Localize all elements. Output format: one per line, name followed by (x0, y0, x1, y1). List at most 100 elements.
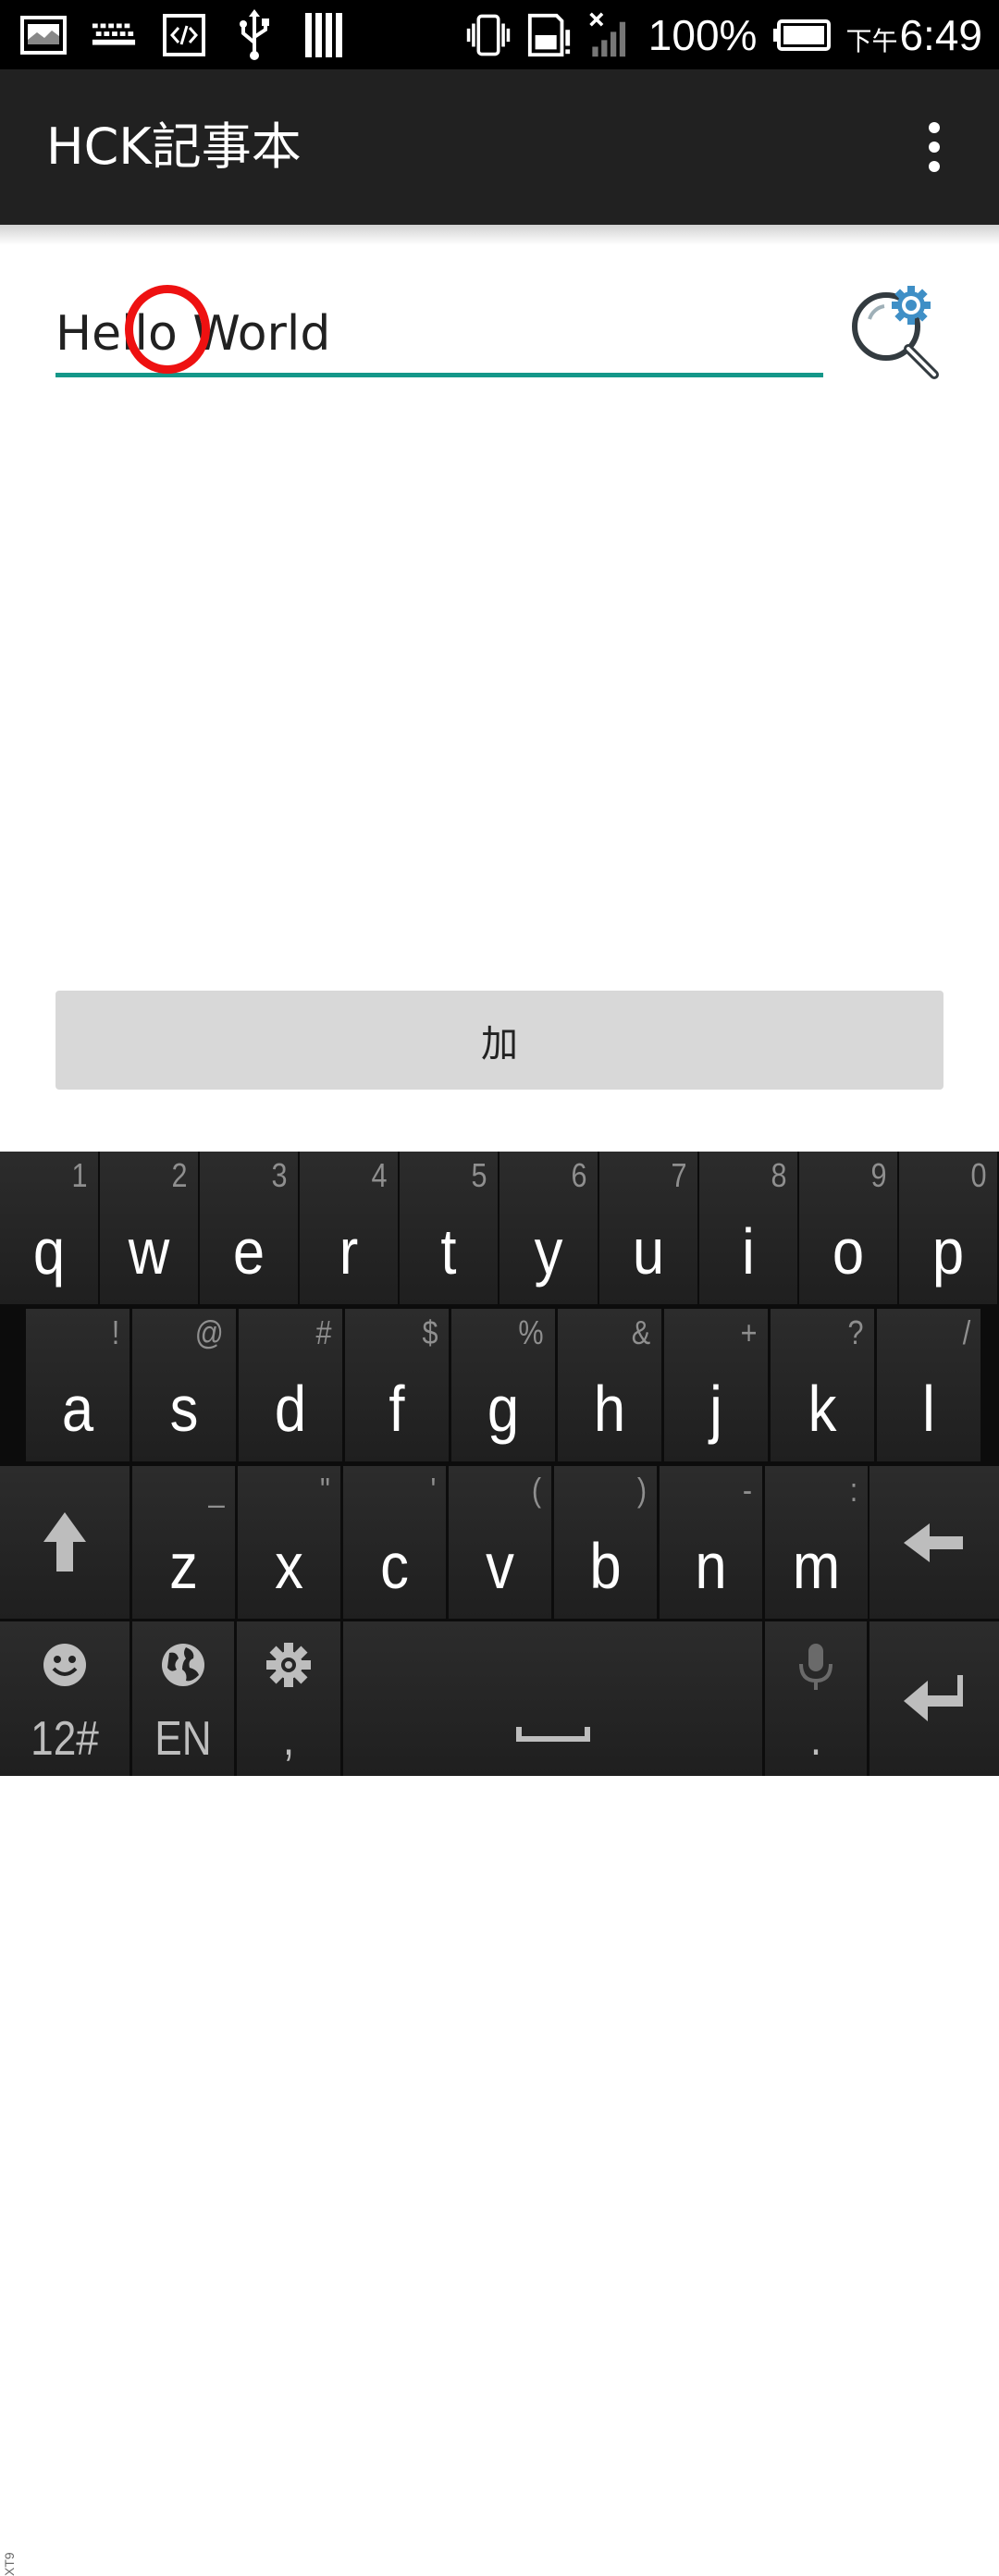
key-z[interactable]: _ z (132, 1466, 235, 1619)
key-w[interactable]: 2w (100, 1152, 198, 1304)
key-secondary-label: & (631, 1313, 651, 1351)
key-primary-label: r (339, 1215, 359, 1288)
battery-icon (771, 12, 832, 58)
key-q[interactable]: 1q (0, 1152, 98, 1304)
space-key[interactable] (343, 1621, 762, 1776)
key-secondary-label: 0 (970, 1156, 987, 1194)
key-p[interactable]: 0p (899, 1152, 997, 1304)
app-bar-shadow (0, 225, 999, 245)
key-secondary-label: / (962, 1313, 971, 1351)
key-secondary-label: : (849, 1471, 858, 1509)
soft-keyboard: 1q2w3e4r5t6y7u8i9o0p ! a @ s # d $ f% g & h + j? k / l … (0, 1152, 999, 2576)
key-primary-label: b (589, 1530, 622, 1602)
key-v[interactable]: (v (449, 1466, 551, 1619)
app-bar: HCK記事本 (0, 69, 999, 225)
key-a[interactable]: ! a (26, 1309, 130, 1461)
search-button[interactable] (844, 282, 945, 384)
key-primary-label: c (380, 1530, 409, 1602)
key-primary-label: e (232, 1215, 265, 1288)
vibrate-icon (465, 12, 512, 58)
key-primary-label: h (593, 1373, 626, 1445)
image-notification-icon (20, 12, 67, 58)
key-m[interactable]: :m (765, 1466, 868, 1619)
battery-percent: 100% (648, 10, 758, 59)
key-o[interactable]: 9o (799, 1152, 897, 1304)
usb-icon (231, 8, 278, 60)
key-primary-label: u (632, 1215, 665, 1288)
key-h[interactable]: & h (558, 1309, 661, 1461)
backspace-icon (904, 1522, 963, 1562)
key-secondary-label: ) (636, 1471, 648, 1509)
status-bar: 100% 下午6:49 (0, 0, 999, 69)
key-i[interactable]: 8i (699, 1152, 797, 1304)
note-input[interactable] (56, 294, 823, 377)
language-key-label: EN (154, 1712, 212, 1766)
key-primary-label: o (832, 1215, 865, 1288)
key-primary-label: k (808, 1373, 837, 1445)
numbers-key-label: 12# (31, 1712, 99, 1766)
key-f[interactable]: $ f (345, 1309, 449, 1461)
key-primary-label: g (487, 1373, 520, 1445)
key-secondary-label: 8 (771, 1156, 787, 1194)
key-g[interactable]: % g (451, 1309, 555, 1461)
key-primary-label: l (922, 1373, 935, 1445)
search-settings-icon (852, 286, 939, 379)
key-secondary-label: 1 (71, 1156, 88, 1194)
period-key-label: . (809, 1712, 822, 1766)
key-secondary-label: 4 (371, 1156, 388, 1194)
key-primary-label: p (931, 1215, 965, 1288)
comma-key-label: , (282, 1712, 295, 1766)
system-status-icons: 100% 下午6:49 (465, 0, 982, 69)
key-x[interactable]: " x (238, 1466, 340, 1619)
key-secondary-label: ! (111, 1313, 120, 1351)
key-primary-label: a (61, 1373, 94, 1445)
key-k[interactable]: ? k (771, 1309, 874, 1461)
overflow-menu-button[interactable] (897, 110, 971, 184)
key-primary-label: q (32, 1215, 66, 1288)
add-button[interactable]: 加 (56, 991, 944, 1090)
key-n[interactable]: -n (660, 1466, 762, 1619)
key-u[interactable]: 7u (599, 1152, 697, 1304)
language-key[interactable]: EN (132, 1621, 234, 1776)
key-s[interactable]: @ s (132, 1309, 236, 1461)
xt9-label: XT9 (2, 2552, 17, 2576)
shift-key[interactable] (0, 1466, 130, 1619)
key-secondary-label: 9 (870, 1156, 887, 1194)
numbers-symbols-key[interactable]: 12# (0, 1621, 130, 1776)
key-secondary-label: _ (208, 1471, 225, 1509)
notification-icons (20, 0, 348, 69)
globe-icon (162, 1644, 204, 1686)
enter-key[interactable] (870, 1621, 999, 1776)
key-secondary-label: ( (531, 1471, 542, 1509)
storage-notification-icon (302, 12, 348, 58)
key-secondary-label: 6 (571, 1156, 587, 1194)
key-l[interactable]: / l (877, 1309, 980, 1461)
key-primary-label: m (792, 1530, 841, 1602)
clock: 下午6:49 (845, 10, 982, 60)
shift-icon (43, 1511, 86, 1571)
key-t[interactable]: 5t (400, 1152, 498, 1304)
key-secondary-label: - (742, 1471, 753, 1509)
microphone-icon (799, 1644, 832, 1690)
key-r[interactable]: 4r (300, 1152, 398, 1304)
key-y[interactable]: 6y (500, 1152, 598, 1304)
key-secondary-label: 7 (671, 1156, 687, 1194)
key-primary-label: j (709, 1373, 722, 1445)
key-primary-label: v (486, 1530, 514, 1602)
key-primary-label: z (169, 1530, 198, 1602)
key-b[interactable]: ) b (554, 1466, 657, 1619)
backspace-key[interactable] (870, 1466, 999, 1619)
space-bar-icon (515, 1727, 590, 1742)
key-secondary-label: 3 (271, 1156, 288, 1194)
key-d[interactable]: # d (239, 1309, 342, 1461)
voice-period-key[interactable]: . (765, 1621, 867, 1776)
key-e[interactable]: 3e (200, 1152, 298, 1304)
gear-icon (266, 1643, 311, 1687)
key-primary-label: n (695, 1530, 727, 1602)
developer-notification-icon (161, 12, 207, 58)
key-j[interactable]: + j (664, 1309, 768, 1461)
key-c[interactable]: ' c (343, 1466, 446, 1619)
key-secondary-label: ' (430, 1471, 437, 1509)
settings-comma-key[interactable]: , (237, 1621, 340, 1776)
key-secondary-label: $ (422, 1313, 438, 1351)
